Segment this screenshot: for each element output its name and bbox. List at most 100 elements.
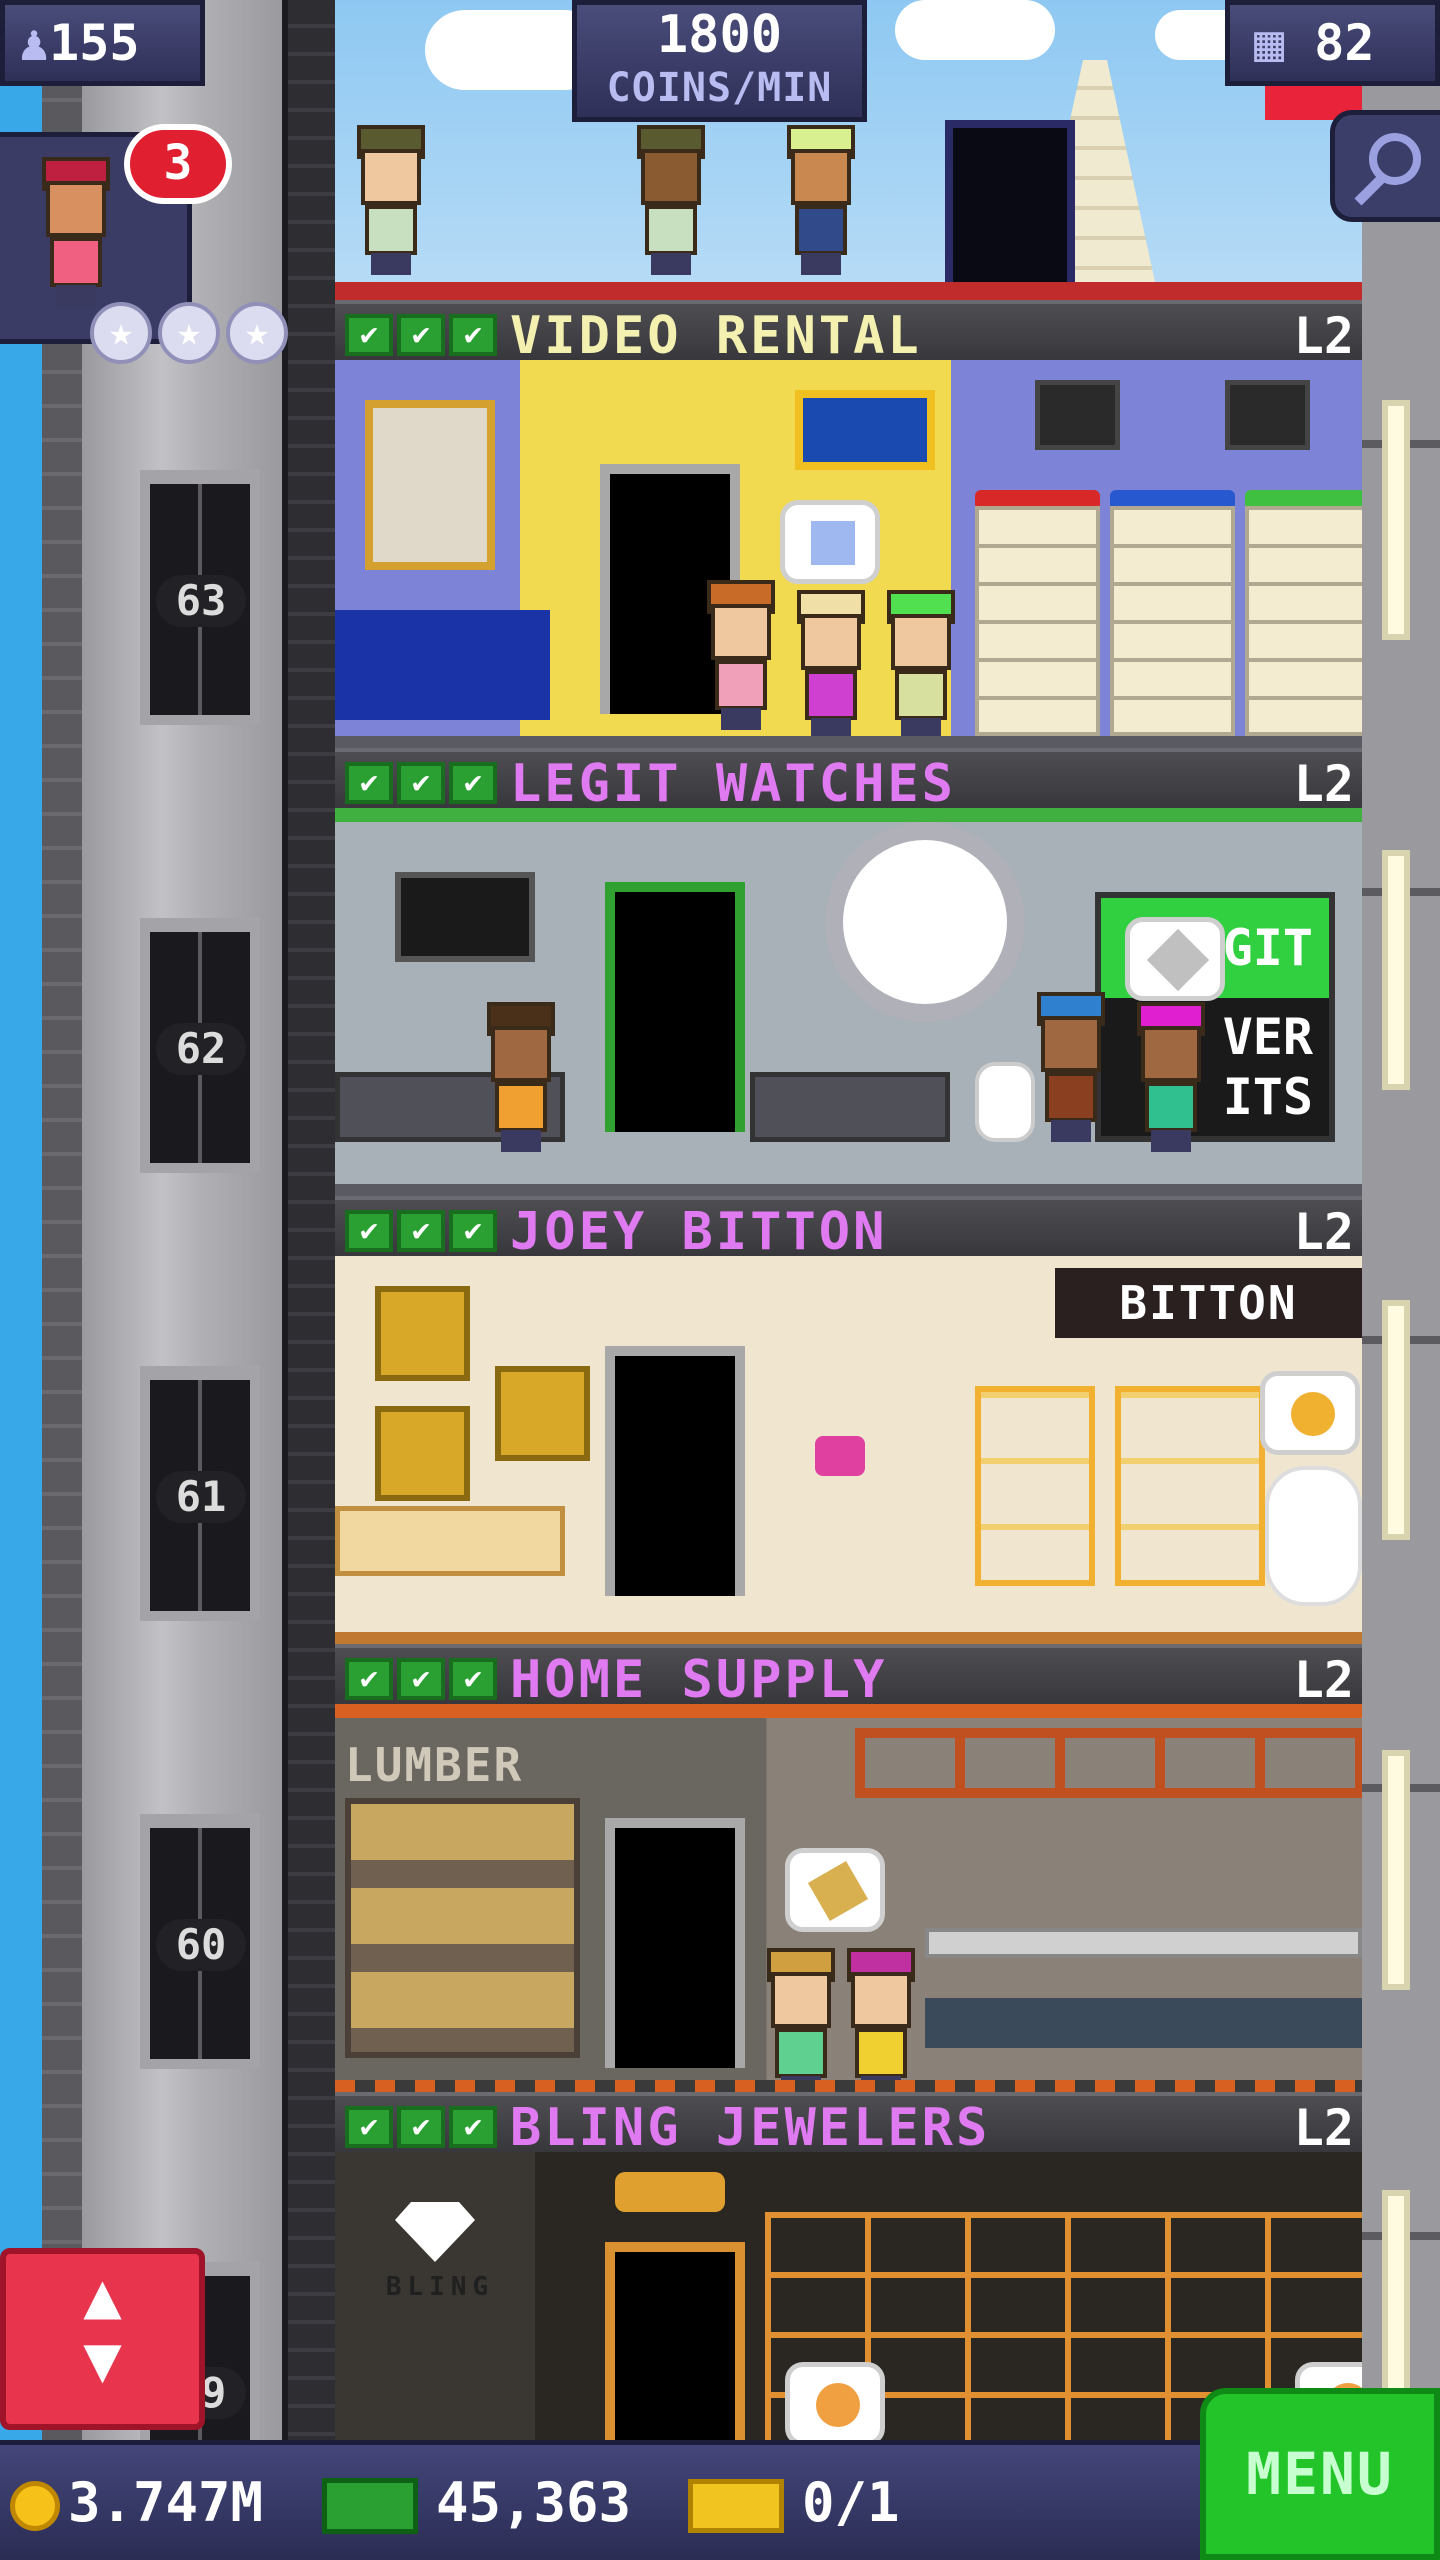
video-shelf [1245,506,1362,736]
window [1382,1300,1410,1540]
floor-name: JOEY BITTON [510,1202,888,1262]
elevator-button[interactable]: ▲ ▼ [0,2248,205,2430]
floor-header[interactable]: ✔ ✔ ✔ BLING JEWELERS L2 [335,2092,1362,2156]
person[interactable] [1135,1002,1207,1152]
customer-bubble[interactable] [1125,917,1225,1001]
bling-logo: BLING [385,2272,495,2302]
star-checks: ✔ ✔ ✔ [345,2106,497,2148]
customer-bubble[interactable] [785,2362,885,2446]
person[interactable] [785,125,857,275]
check-icon: ✔ [397,1210,445,1252]
elevator-floor-number: 60 [156,1919,246,1971]
elevator-floor-number: 62 [156,1023,246,1075]
rabbit[interactable] [975,1062,1035,1142]
shop-door [605,1346,745,1596]
person[interactable] [705,580,777,730]
bux-value: 45,363 [436,2471,632,2534]
wall-tv [395,872,535,962]
floor-name: BLING JEWELERS [510,2098,991,2158]
shop-door [605,882,745,1132]
bux-display[interactable]: 45,363 [322,2463,631,2543]
framed-picture [375,1406,470,1501]
tv-monitor [1035,380,1120,450]
lumber-rack [345,1798,580,2058]
framed-picture [495,1366,590,1461]
poster [365,400,495,570]
roof-ledge [335,282,1362,300]
diamond-icon [395,2202,475,2262]
handbag-shelf [1115,1386,1265,1586]
brand-sign: BITTON [1055,1268,1362,1338]
floor-header[interactable]: ✔ ✔ ✔ JOEY BITTON L2 [335,1196,1362,1260]
handbag-shelf [975,1386,1095,1586]
vhs-icon [811,521,855,565]
star-icon: ★ [226,302,288,364]
coins-display[interactable]: 3.747M [10,2463,263,2543]
floor-level: L2 [1293,2099,1354,2157]
floor-ledge [335,2080,1362,2092]
window [1382,850,1410,1090]
sky-strip [0,0,42,2440]
floor-header[interactable]: ✔ ✔ ✔ VIDEO RENTAL L2 [335,300,1362,364]
person[interactable] [635,125,707,275]
customer-bubble[interactable] [785,1848,885,1932]
elevator-floor-number: 61 [156,1471,246,1523]
check-icon: ✔ [345,1658,393,1700]
shop-door [605,1818,745,2068]
check-icon: ✔ [345,2106,393,2148]
zoom-button[interactable] [1330,110,1440,222]
check-icon: ✔ [397,2106,445,2148]
tickets-value: 0/1 [802,2471,900,2534]
counter [335,610,550,720]
bux-icon [322,2478,418,2535]
floors-counter[interactable]: ▦ 82 [1225,0,1440,86]
handbag-icon [815,1436,865,1476]
elevator-rail-left [42,0,82,2440]
floor-video-rental[interactable]: ✔ ✔ ✔ VIDEO RENTAL L2 [335,300,1362,748]
check-icon: ✔ [397,1658,445,1700]
elevator-shaft[interactable]: 63 62 61 60 59 [0,0,335,2440]
person[interactable] [845,1948,917,2092]
person[interactable] [355,125,427,275]
floor-home-supply[interactable]: ✔ ✔ ✔ HOME SUPPLY L2 LUMBER [335,1644,1362,2092]
arrow-up-icon: ▲ [83,2259,122,2333]
snowman[interactable] [1265,1466,1362,1606]
person[interactable] [795,590,867,740]
display-case [335,1506,565,1576]
arrow-down-icon: ▼ [83,2323,122,2397]
window [1382,1750,1410,1990]
tickets-display[interactable]: 0/1 [688,2463,900,2543]
population-counter[interactable]: ♟155 [0,0,205,86]
video-shelf [975,506,1100,736]
video-shelf [1110,506,1235,736]
coins-value: 3.747M [68,2471,264,2534]
person[interactable] [765,1948,837,2092]
customer-bubble[interactable] [1260,1371,1360,1455]
floor-header[interactable]: ✔ ✔ ✔ HOME SUPPLY L2 [335,1644,1362,1708]
wood-plank-icon [807,1860,869,1922]
rating-stars: ★ ★ ★ [90,302,288,364]
elevator-floor-number: 63 [156,575,246,627]
star-checks: ✔ ✔ ✔ [345,314,497,356]
customer-bubble[interactable] [780,500,880,584]
shop-interior: BITTON [335,1256,1362,1644]
floor-header[interactable]: ✔ ✔ ✔ LEGIT WATCHES L2 [335,748,1362,812]
floor-joey-bitton[interactable]: ✔ ✔ ✔ JOEY BITTON L2 BITTON [335,1196,1362,1644]
floor-legit-watches[interactable]: ✔ ✔ ✔ LEGIT WATCHES L2 GIT VER ITS [335,748,1362,1196]
person[interactable] [885,590,957,740]
check-icon: ✔ [345,314,393,356]
ticket-sign [795,390,935,470]
visitor-count-badge: 3 [124,124,232,204]
coins-per-minute[interactable]: 1800 COINS/MIN [572,0,867,122]
person[interactable] [1035,992,1107,1142]
star-checks: ✔ ✔ ✔ [345,762,497,804]
roof-door [945,120,1075,290]
overhead-rack [855,1728,1362,1798]
framed-picture [375,1286,470,1381]
menu-button[interactable]: MENU [1200,2388,1440,2560]
shop-interior: LUMBER [335,1704,1362,2092]
person[interactable] [485,1002,557,1152]
population-icon: ♟ [19,14,50,72]
floor-ledge [335,1184,1362,1196]
clock-icon [825,822,1025,1022]
